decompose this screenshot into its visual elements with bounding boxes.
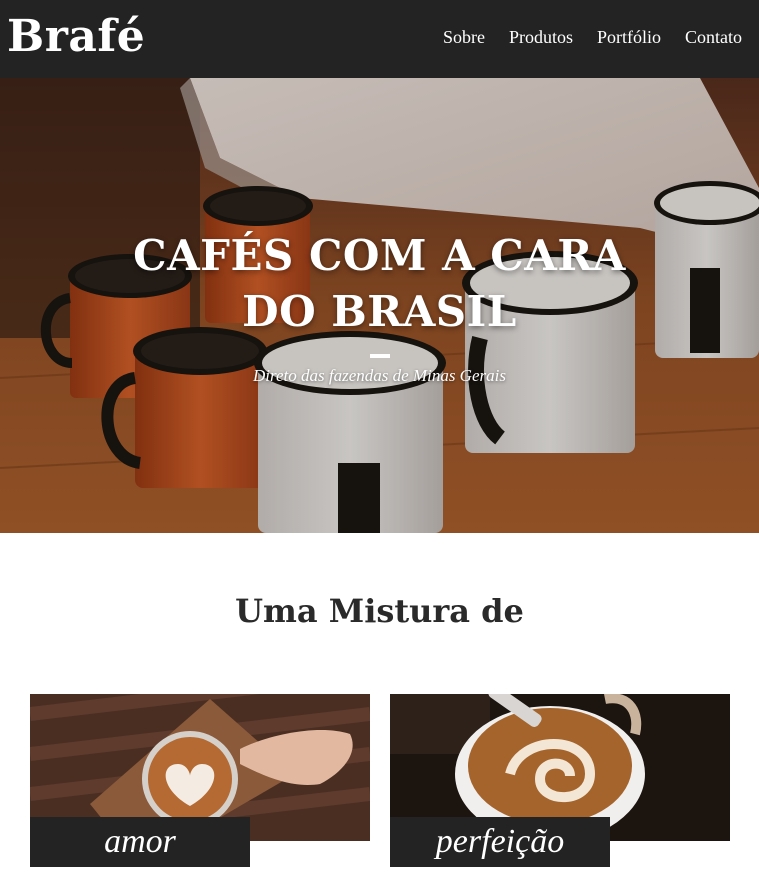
hero-divider	[369, 354, 390, 358]
site-header: Brafé Sobre Produtos Portfólio Contato	[0, 0, 759, 78]
hero-banner: CAFÉS COM A CARA DO BRASIL Direto das fa…	[0, 78, 759, 533]
brand-logo[interactable]: Brafé	[7, 15, 145, 59]
hero-subtitle: Direto das fazendas de Minas Gerais	[253, 366, 506, 385]
card-label-perfeicao: perfeição	[390, 817, 610, 867]
card-label-amor: amor	[30, 817, 250, 867]
nav-link-sobre[interactable]: Sobre	[443, 27, 485, 48]
main-nav: Sobre Produtos Portfólio Contato	[443, 27, 742, 48]
hero-title: CAFÉS COM A CARA DO BRASIL	[133, 231, 626, 336]
section-title: Uma Mistura de	[235, 592, 524, 630]
nav-link-produtos[interactable]: Produtos	[509, 27, 573, 48]
nav-link-portfolio[interactable]: Portfólio	[597, 27, 661, 48]
hero-text-block: CAFÉS COM A CARA DO BRASIL Direto das fa…	[0, 228, 759, 386]
nav-link-contato[interactable]: Contato	[685, 27, 742, 48]
